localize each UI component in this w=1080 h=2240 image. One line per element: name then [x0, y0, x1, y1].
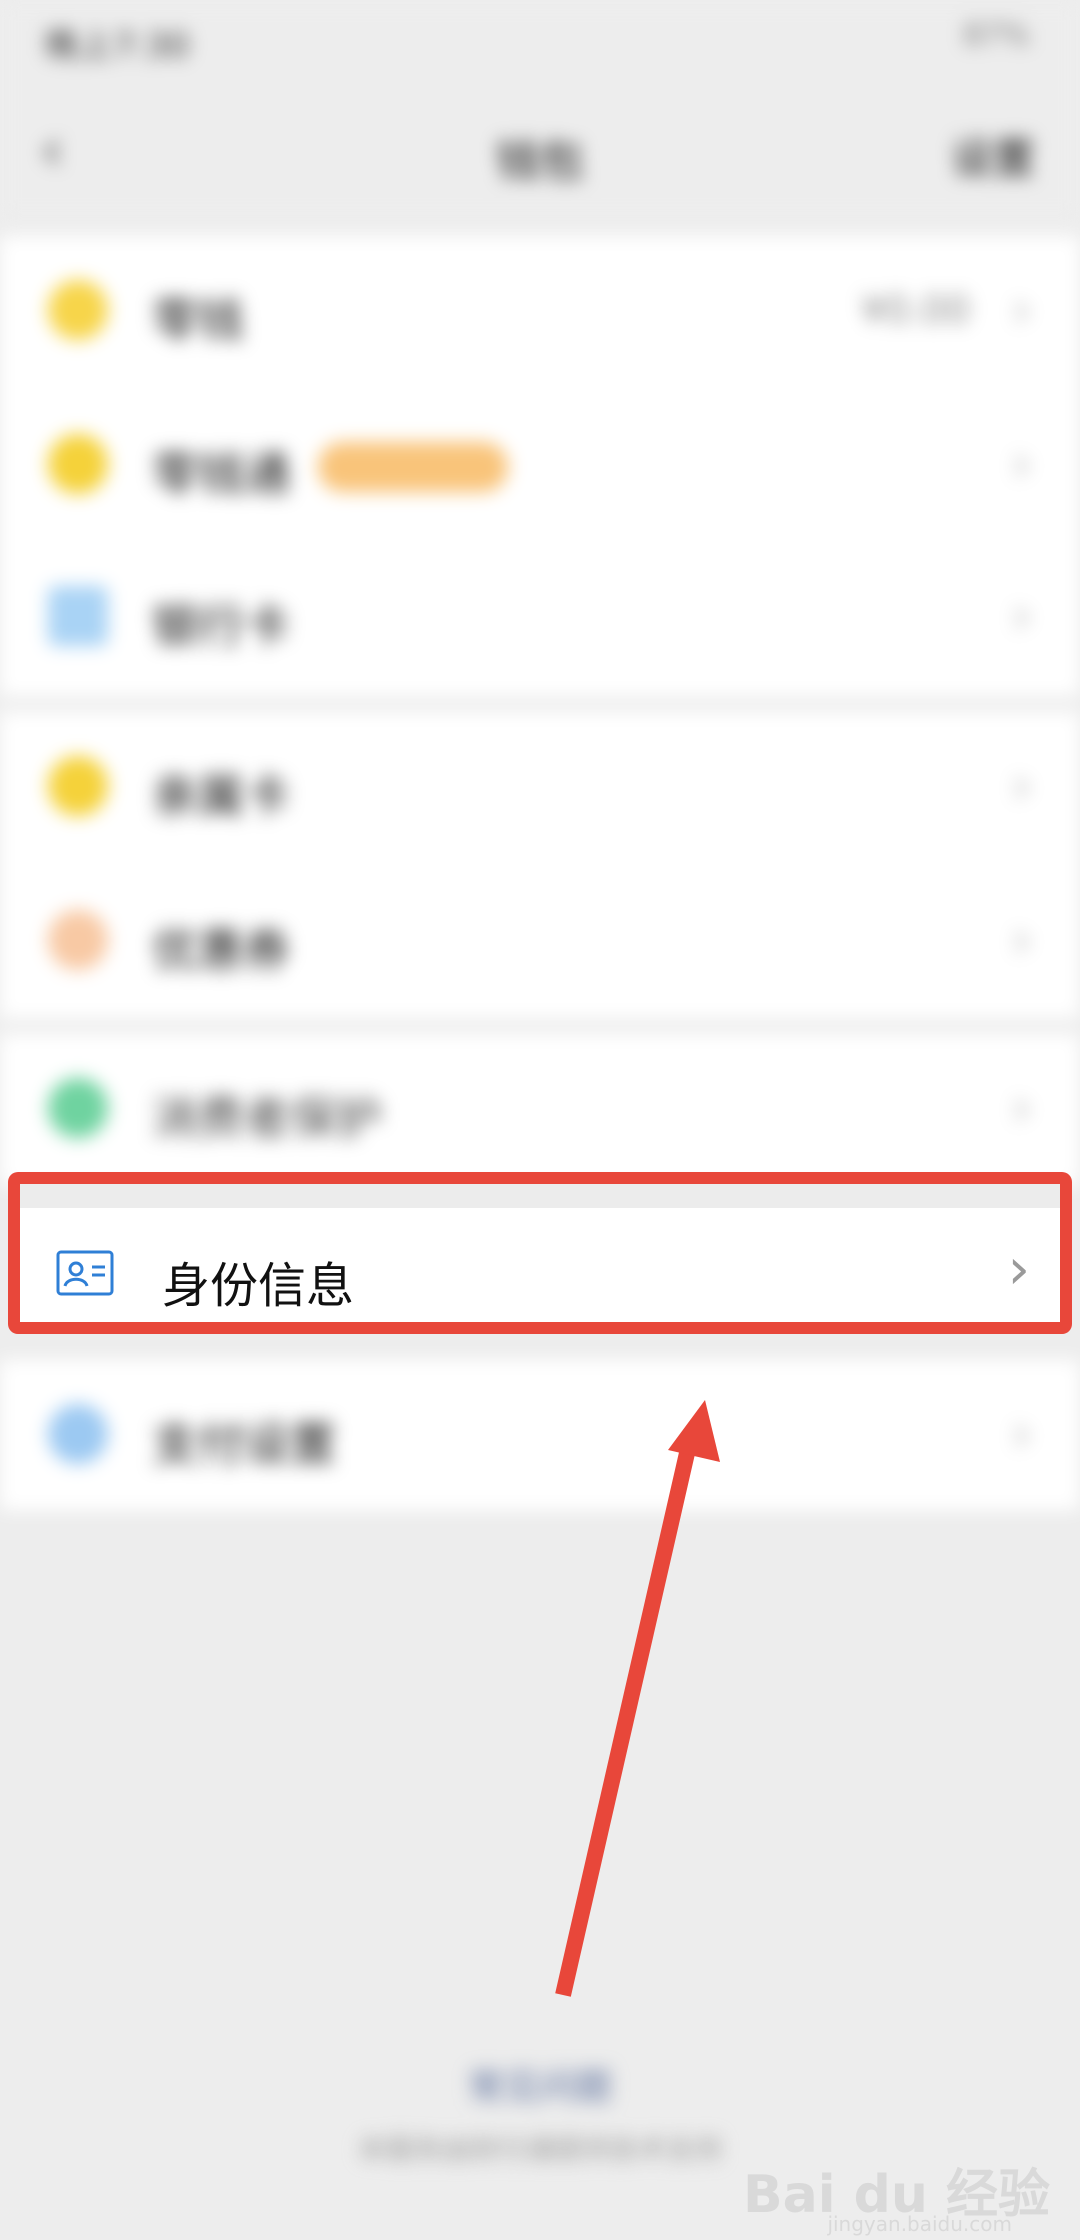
payment-settings-icon: [48, 1404, 108, 1464]
list-item-label: 消费者保护: [152, 1091, 382, 1145]
list-item-label: 银行卡: [152, 599, 290, 653]
chevron-right-icon: ›: [1007, 1237, 1030, 1302]
lingqiantong-icon: [48, 434, 108, 494]
wallet-page: 晚上7:30 87% ‹ 钱包 设置 零钱 ¥0.00 › 零钱通 › 银行卡 …: [0, 0, 1080, 2240]
identity-info-label: 身份信息: [162, 1258, 355, 1314]
list-item-bank-card[interactable]: 银行卡 ›: [0, 542, 1080, 694]
list-item-consumer-protection[interactable]: 消费者保护 ›: [0, 1034, 1080, 1186]
watermark-url: jingyan.baidu.com: [827, 2212, 1012, 2236]
status-bar: 晚上7:30 87%: [0, 0, 1080, 80]
promo-badge: [318, 442, 508, 492]
section-separator: [20, 1184, 1060, 1208]
coupon-icon: [48, 910, 108, 970]
arrow-shaft: [555, 1438, 698, 1997]
list-item-label: 零钱通: [152, 447, 290, 501]
chevron-right-icon: ›: [1011, 1078, 1032, 1138]
nav-bar: ‹ 钱包 设置: [0, 80, 1080, 220]
list-item-label: 亲属卡: [152, 769, 290, 823]
list-item-payment-settings[interactable]: 支付设置 ›: [0, 1360, 1080, 1512]
services-group: 亲属卡 › 优惠券 ›: [0, 712, 1080, 1018]
change-icon: [48, 280, 108, 340]
status-time: 晚上7:30: [45, 26, 190, 66]
bank-card-icon: [48, 586, 108, 646]
chevron-right-icon: ›: [1011, 1404, 1032, 1464]
list-item-lingqiantong[interactable]: 零钱通 ›: [0, 390, 1080, 542]
list-item-change[interactable]: 零钱 ¥0.00 ›: [0, 236, 1080, 388]
faq-link[interactable]: 常见问题: [0, 2058, 1080, 2110]
battery-indicator: 87%: [963, 18, 1030, 53]
wallet-group: 零钱 ¥0.00 › 零钱通 › 银行卡 ›: [0, 236, 1080, 696]
id-card-icon: [56, 1250, 114, 1296]
settings-link[interactable]: 设置: [951, 125, 1035, 186]
list-item-label: 零钱: [152, 293, 244, 347]
chevron-right-icon: ›: [1011, 586, 1032, 646]
balance-value: ¥0.00: [861, 288, 970, 332]
payment-group: 支付设置 ›: [0, 1360, 1080, 1510]
chevron-right-icon: ›: [1011, 434, 1032, 494]
list-item-label: 支付设置: [152, 1417, 336, 1471]
chevron-right-icon: ›: [1011, 280, 1032, 340]
leaf-shield-icon: [48, 1078, 108, 1138]
list-item-identity-info[interactable]: 身份信息 ›: [8, 1172, 1072, 1334]
consumer-group: 消费者保护 ›: [0, 1034, 1080, 1186]
chevron-right-icon: ›: [1011, 756, 1032, 816]
list-item-coupons[interactable]: 优惠券 ›: [0, 866, 1080, 1018]
chevron-right-icon: ›: [1011, 910, 1032, 970]
list-item-label: 优惠券: [152, 923, 290, 977]
list-item-family-card[interactable]: 亲属卡 ›: [0, 712, 1080, 864]
page-title: 钱包: [496, 136, 584, 187]
family-card-icon: [48, 756, 108, 816]
